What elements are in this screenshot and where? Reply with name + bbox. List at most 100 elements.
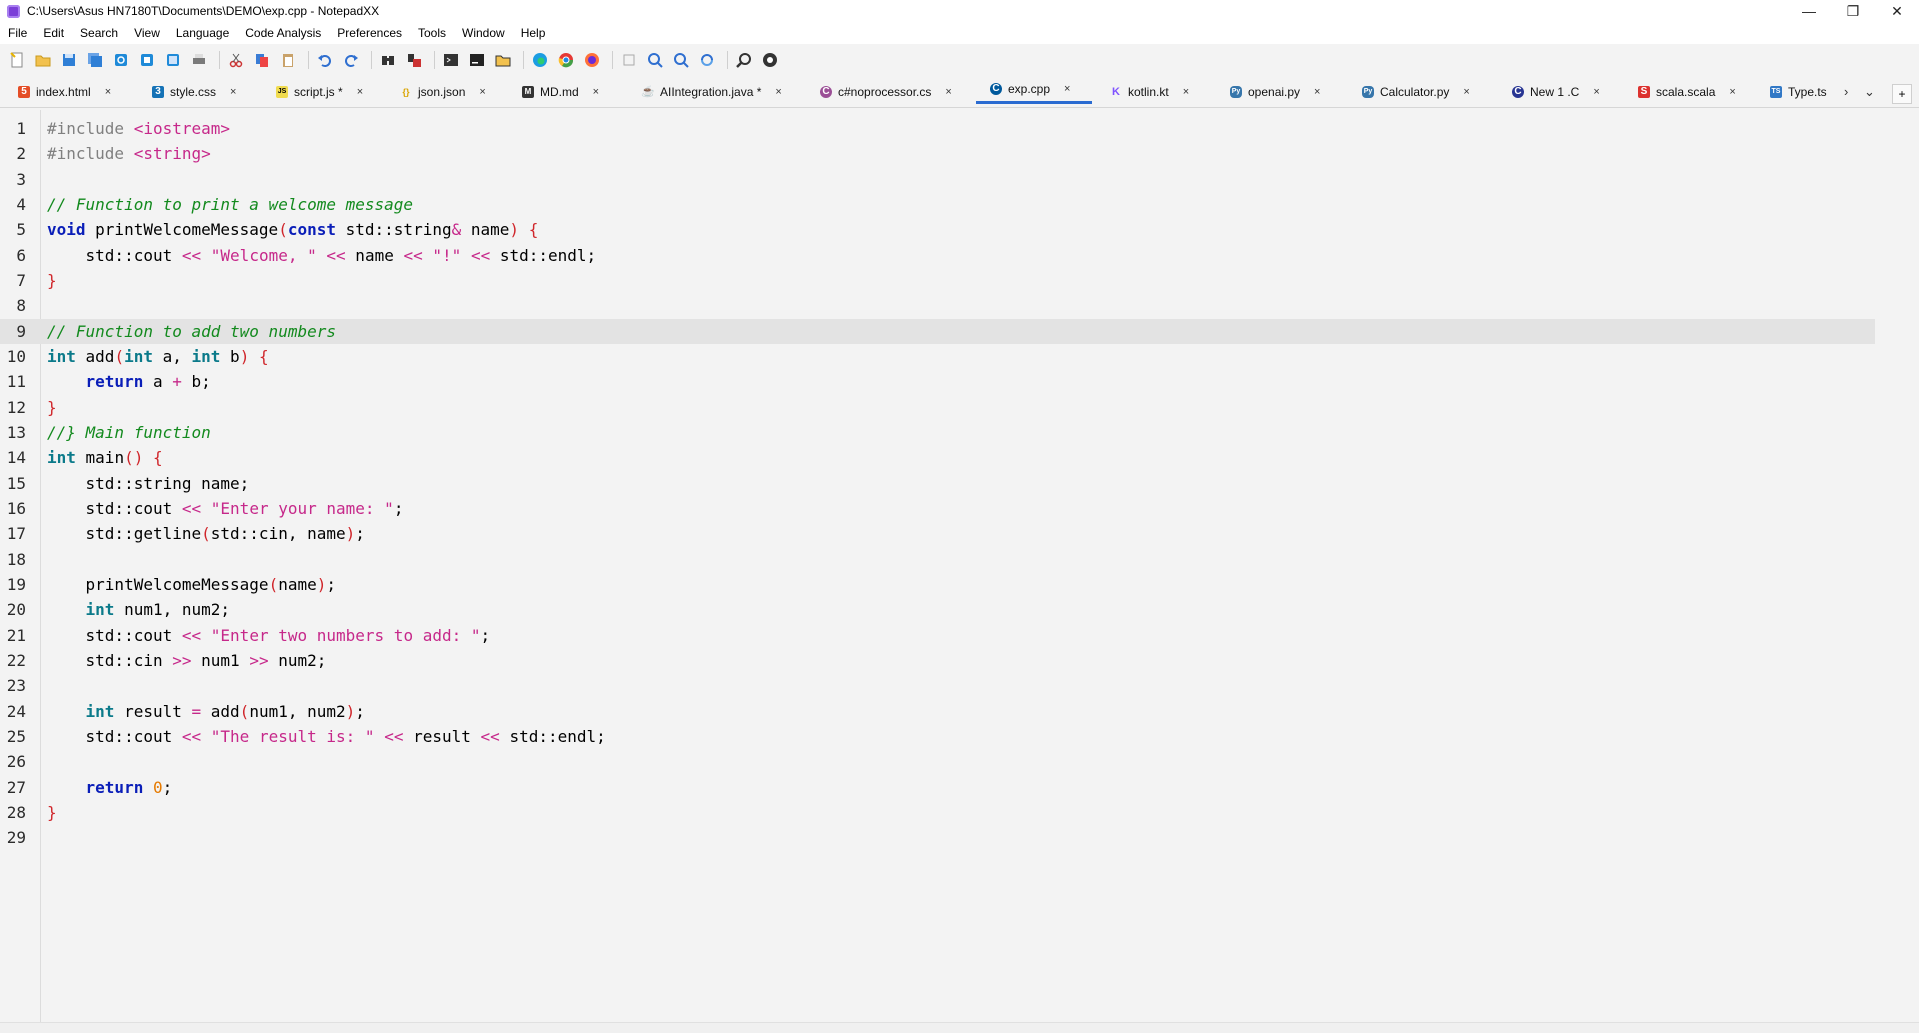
tab-close-icon[interactable]: ×	[357, 86, 363, 98]
tab-openai-py[interactable]: Py openai.py ×	[1230, 76, 1320, 107]
print-icon[interactable]	[188, 49, 210, 71]
menu-language[interactable]: Language	[168, 22, 237, 44]
tab-csharp-noprocessor[interactable]: C c#noprocessor.cs ×	[820, 76, 952, 107]
paste-icon[interactable]	[277, 49, 299, 71]
tab-index-html[interactable]: 5 index.html ×	[18, 76, 111, 107]
code-line[interactable]: 24 int result = add(num1, num2);	[0, 699, 1875, 724]
tab-script-js[interactable]: JS script.js * ×	[276, 76, 363, 107]
redo-icon[interactable]	[340, 49, 362, 71]
code-line[interactable]: 4 // Function to print a welcome message	[0, 192, 1875, 217]
tab-close-icon[interactable]: ×	[593, 86, 599, 98]
close-window-button[interactable]: ✕	[1875, 0, 1919, 22]
tab-scala-scala[interactable]: S scala.scala ×	[1638, 76, 1736, 107]
tab-close-icon[interactable]: ×	[1729, 86, 1735, 98]
tab-style-css[interactable]: 3 style.css ×	[152, 76, 236, 107]
tab-kotlin-kt[interactable]: K kotlin.kt ×	[1110, 76, 1189, 107]
tab-close-icon[interactable]: ×	[945, 86, 951, 98]
code-line[interactable]: 22 std::cin >> num1 >> num2;	[0, 648, 1875, 673]
open-folder-icon[interactable]	[32, 49, 54, 71]
edge-icon[interactable]	[529, 49, 551, 71]
code-line[interactable]: 25 std::cout << "The result is: " << res…	[0, 724, 1875, 749]
close-all-icon[interactable]	[162, 49, 184, 71]
tab-close-icon[interactable]: ×	[1593, 86, 1599, 98]
code-line[interactable]: 29	[0, 825, 1875, 850]
code-line[interactable]: 20 int num1, num2;	[0, 597, 1875, 622]
code-line[interactable]: 13 //} Main function	[0, 420, 1875, 445]
replace-icon[interactable]	[403, 49, 425, 71]
code-line[interactable]: 23	[0, 673, 1875, 698]
menu-search[interactable]: Search	[72, 22, 126, 44]
new-tab-button[interactable]: +	[1892, 84, 1912, 104]
tab-close-icon[interactable]: ×	[1183, 86, 1189, 98]
tab-type-ts[interactable]: TS Type.ts	[1770, 76, 1827, 107]
tab-close-icon[interactable]: ×	[230, 86, 236, 98]
code-line[interactable]: 5 void printWelcomeMessage(const std::str…	[0, 217, 1875, 242]
code-editor[interactable]: 1 #include <iostream> 2 #include <string> 3 4…	[0, 110, 1919, 1022]
undo-icon[interactable]	[314, 49, 336, 71]
menu-preferences[interactable]: Preferences	[329, 22, 410, 44]
reload-icon[interactable]	[110, 49, 132, 71]
vertical-scrollbar[interactable]	[1875, 110, 1919, 1022]
code-line[interactable]: 26	[0, 749, 1875, 774]
code-line[interactable]: 3	[0, 167, 1875, 192]
code-line[interactable]: 27 return 0;	[0, 775, 1875, 800]
chrome-icon[interactable]	[555, 49, 577, 71]
code-line[interactable]: 10 int add(int a, int b) {	[0, 344, 1875, 369]
tab-close-icon[interactable]: ×	[1064, 83, 1070, 95]
terminal-icon[interactable]	[440, 49, 462, 71]
tab-close-icon[interactable]: ×	[775, 86, 781, 98]
code-line[interactable]: 18	[0, 547, 1875, 572]
zoom-out-icon[interactable]	[670, 49, 692, 71]
code-line[interactable]: 8	[0, 293, 1875, 318]
minimize-button[interactable]: —	[1787, 0, 1831, 22]
new-file-icon[interactable]	[6, 49, 28, 71]
tab-scroll-right-icon[interactable]: ›	[1844, 76, 1848, 107]
menu-tools[interactable]: Tools	[410, 22, 454, 44]
code-line[interactable]: 9 // Function to add two numbers	[0, 318, 1875, 344]
record-icon[interactable]	[759, 49, 781, 71]
menu-file[interactable]: File	[0, 22, 35, 44]
code-line[interactable]: 21 std::cout << "Enter two numbers to ad…	[0, 623, 1875, 648]
find-in-files-icon[interactable]	[733, 49, 755, 71]
menu-code-analysis[interactable]: Code Analysis	[237, 22, 329, 44]
tab-calculator-py[interactable]: Py Calculator.py ×	[1362, 76, 1470, 107]
menu-help[interactable]: Help	[513, 22, 554, 44]
tab-exp-cpp[interactable]: C exp.cpp ×	[976, 76, 1092, 104]
console-icon[interactable]	[466, 49, 488, 71]
code-line[interactable]: 15 std::string name;	[0, 471, 1875, 496]
code-line[interactable]: 14 int main() {	[0, 445, 1875, 470]
code-line[interactable]: 28}	[0, 800, 1875, 825]
code-line[interactable]: 11 return a + b;	[0, 369, 1875, 394]
restore-button[interactable]: ❐	[1831, 0, 1875, 22]
explorer-icon[interactable]	[492, 49, 514, 71]
tab-new-1-c[interactable]: C New 1 .C ×	[1512, 76, 1600, 107]
tab-json-json[interactable]: {} json.json ×	[400, 76, 485, 107]
tab-aiintegration-java[interactable]: ☕ AIIntegration.java * ×	[641, 76, 782, 107]
close-icon[interactable]	[136, 49, 158, 71]
sync-icon[interactable]	[696, 49, 718, 71]
menu-edit[interactable]: Edit	[35, 22, 72, 44]
code-line[interactable]: 6 std::cout << "Welcome, " << name << "!…	[0, 243, 1875, 268]
tab-close-icon[interactable]: ×	[1463, 86, 1469, 98]
code-line[interactable]: 2 #include <string>	[0, 141, 1875, 166]
code-line[interactable]: 16 std::cout << "Enter your name: ";	[0, 496, 1875, 521]
code-line[interactable]: 7}	[0, 268, 1875, 293]
find-icon[interactable]	[377, 49, 399, 71]
zoom-in-icon[interactable]	[644, 49, 666, 71]
save-all-icon[interactable]	[84, 49, 106, 71]
tab-close-icon[interactable]: ×	[105, 86, 111, 98]
menu-window[interactable]: Window	[454, 22, 513, 44]
copy-icon[interactable]	[251, 49, 273, 71]
code-line[interactable]: 19 printWelcomeMessage(name);	[0, 572, 1875, 597]
wrap-icon[interactable]	[618, 49, 640, 71]
code-line[interactable]: 12}	[0, 395, 1875, 420]
tab-md-md[interactable]: M MD.md ×	[522, 76, 599, 107]
cut-icon[interactable]	[225, 49, 247, 71]
tab-close-icon[interactable]: ×	[1314, 86, 1320, 98]
tab-list-chevron-down-icon[interactable]: ⌄	[1864, 76, 1875, 107]
code-line[interactable]: 17 std::getline(std::cin, name);	[0, 521, 1875, 546]
code-line[interactable]: 1 #include <iostream>	[0, 116, 1875, 141]
save-icon[interactable]	[58, 49, 80, 71]
tab-close-icon[interactable]: ×	[479, 86, 485, 98]
firefox-icon[interactable]	[581, 49, 603, 71]
